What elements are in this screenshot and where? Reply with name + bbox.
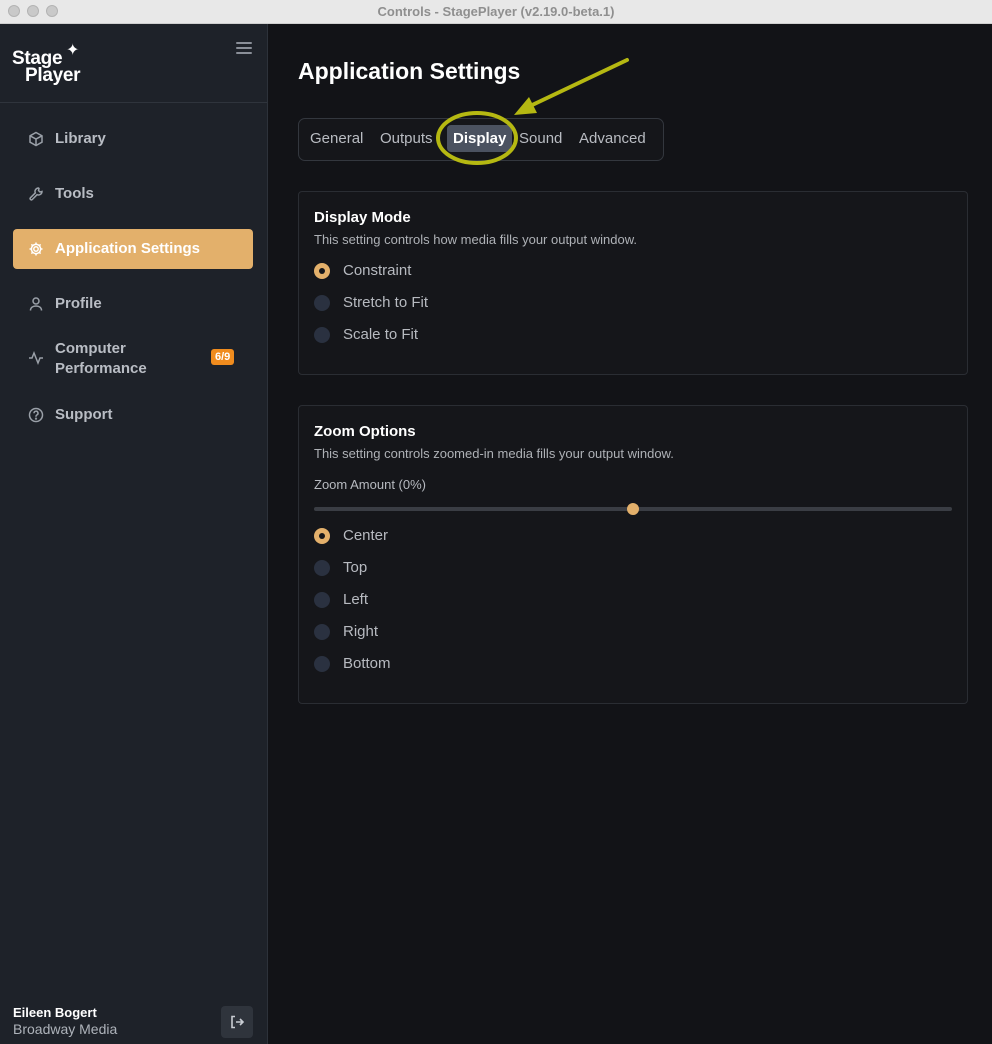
radio-bottom[interactable]: Bottom <box>314 654 714 674</box>
radio-label: Center <box>343 527 389 544</box>
radio-dot[interactable] <box>314 263 330 279</box>
radio-label: Constraint <box>343 262 412 279</box>
radio-dot[interactable] <box>314 528 330 544</box>
sidebar-item-label: Tools <box>55 185 94 202</box>
sidebar-item-label: Support <box>55 406 113 423</box>
radio-scale-to-fit[interactable]: Scale to Fit <box>314 325 714 345</box>
sidebar-item-label: Profile <box>55 295 102 312</box>
radio-label: Bottom <box>343 655 391 672</box>
user-icon <box>29 297 43 311</box>
sidebar-item-profile[interactable]: Profile <box>13 284 253 324</box>
zoom-options-description: This setting controls zoomed-in media fi… <box>314 446 674 461</box>
settings-tabs: General Outputs Display Sound Advanced <box>298 118 664 161</box>
zoom-slider-thumb[interactable] <box>627 503 639 515</box>
user-name: Eileen Bogert <box>13 1005 97 1020</box>
radio-dot[interactable] <box>314 295 330 311</box>
label-line-2: Performance <box>55 360 147 377</box>
radio-left[interactable]: Left <box>314 590 714 610</box>
wrench-icon <box>29 187 43 201</box>
radio-label: Right <box>343 623 379 640</box>
tab-general[interactable]: General <box>310 130 363 147</box>
zoom-amount-label: Zoom Amount (0%) <box>314 477 426 492</box>
tab-outputs[interactable]: Outputs <box>380 130 433 147</box>
radio-right[interactable]: Right <box>314 622 714 642</box>
label-line-1: Computer <box>55 340 126 357</box>
user-organization: Broadway Media <box>13 1021 118 1037</box>
radio-dot[interactable] <box>314 592 330 608</box>
help-circle-icon <box>28 407 44 423</box>
sidebar-item-application-settings[interactable]: Application Settings <box>13 229 253 269</box>
activity-icon <box>29 350 43 366</box>
logout-icon <box>231 1015 245 1029</box>
sidebar-item-label: Application Settings <box>55 240 201 257</box>
sparkle-icon: ✦ <box>66 42 80 59</box>
radio-top[interactable]: Top <box>314 558 714 578</box>
display-mode-title: Display Mode <box>314 209 411 226</box>
radio-constraint[interactable]: Constraint <box>314 261 714 281</box>
radio-label: Top <box>343 559 368 576</box>
page-title: Application Settings <box>298 58 521 84</box>
radio-label: Left <box>343 591 369 608</box>
main-content: Application Settings General Outputs Dis… <box>268 24 992 1044</box>
gear-icon <box>29 242 43 256</box>
radio-label: Scale to Fit <box>343 326 419 343</box>
display-mode-description: This setting controls how media fills yo… <box>314 232 637 247</box>
menu-toggle-icon[interactable] <box>236 42 252 54</box>
radio-label: Stretch to Fit <box>343 294 429 311</box>
app-window: Controls - StagePlayer (v2.19.0-beta.1) … <box>0 0 992 1044</box>
window-title: Controls - StagePlayer (v2.19.0-beta.1) <box>377 4 615 19</box>
cube-icon <box>29 131 43 147</box>
performance-badge: 6/9 <box>211 349 235 365</box>
title-bar: Controls - StagePlayer (v2.19.0-beta.1) <box>0 0 992 24</box>
zoom-options-title: Zoom Options <box>314 423 416 440</box>
tab-advanced[interactable]: Advanced <box>579 130 646 147</box>
logo-area: Stage Player ✦ <box>0 24 267 103</box>
zoom-slider[interactable] <box>314 503 952 515</box>
sidebar: Stage Player ✦ Library Tools Application… <box>0 24 268 1044</box>
sidebar-item-tools[interactable]: Tools <box>13 174 253 214</box>
sidebar-item-label: Computer Performance <box>55 339 147 379</box>
sidebar-item-computer-performance[interactable]: Computer Performance 6/9 <box>13 336 253 380</box>
sidebar-item-library[interactable]: Library <box>13 119 253 159</box>
radio-dot[interactable] <box>314 624 330 640</box>
tab-display[interactable]: Display <box>447 125 513 152</box>
zoom-options-card: Zoom Options This setting controls zoome… <box>298 405 968 704</box>
radio-dot[interactable] <box>314 656 330 672</box>
logout-button[interactable] <box>221 1006 253 1038</box>
sidebar-item-support[interactable]: Support <box>13 395 253 435</box>
radio-center[interactable]: Center <box>314 526 714 546</box>
radio-stretch-to-fit[interactable]: Stretch to Fit <box>314 293 714 313</box>
sidebar-item-label: Library <box>55 130 106 147</box>
tab-sound[interactable]: Sound <box>519 130 562 147</box>
radio-dot[interactable] <box>314 327 330 343</box>
logo-line-2: Player <box>25 65 81 86</box>
display-mode-card: Display Mode This setting controls how m… <box>298 191 968 375</box>
radio-dot[interactable] <box>314 560 330 576</box>
